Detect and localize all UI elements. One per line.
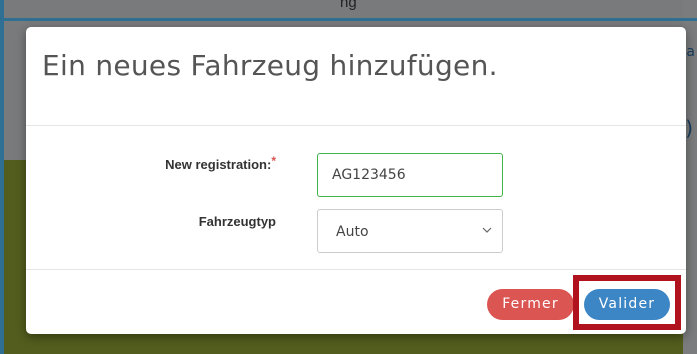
registration-label-text: New registration: bbox=[165, 157, 272, 172]
vehicle-type-selected-value: Auto bbox=[336, 224, 369, 240]
modal-title: Ein neues Fahrzeug hinzufügen. bbox=[42, 49, 498, 82]
window-frame-top bbox=[0, 18, 697, 21]
vehicle-type-label: Fahrzeugtyp bbox=[198, 214, 276, 229]
window-frame-left bbox=[0, 0, 4, 354]
modal-header: Ein neues Fahrzeug hinzufügen. bbox=[26, 27, 686, 126]
close-button[interactable]: Fermer bbox=[487, 289, 574, 320]
vehicle-type-select[interactable]: Auto bbox=[317, 209, 503, 253]
registration-input[interactable] bbox=[317, 153, 503, 197]
chevron-down-icon bbox=[482, 227, 492, 233]
submit-highlight-box bbox=[573, 275, 681, 330]
required-marker: * bbox=[271, 154, 276, 168]
registration-label: New registration:* bbox=[76, 154, 276, 172]
